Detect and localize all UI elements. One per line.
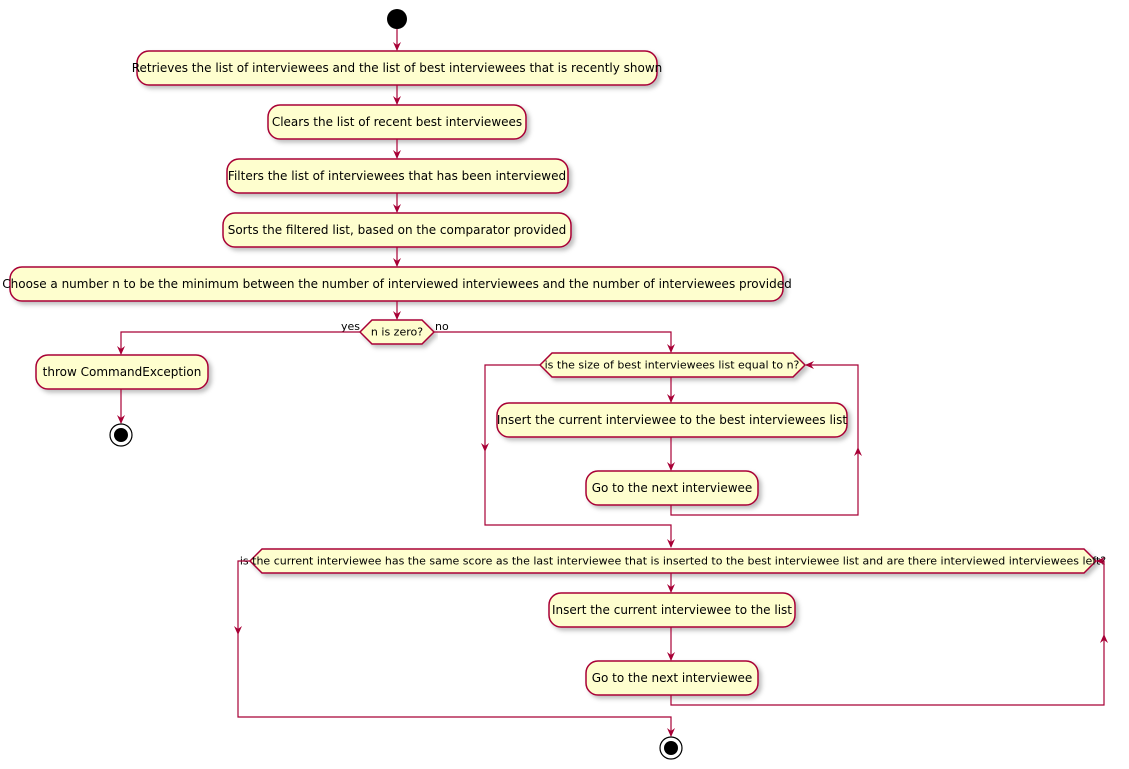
- svg-text:Retrieves the list of intervie: Retrieves the list of interviewees and t…: [132, 61, 663, 75]
- svg-text:Insert the current interviewee: Insert the current interviewee to the be…: [497, 413, 848, 427]
- action-next-2: Go to the next interviewee: [585, 660, 759, 696]
- loop2-condition: is the current interviewee has the same …: [240, 548, 1106, 574]
- action-retrieve: Retrieves the list of interviewees and t…: [132, 50, 663, 86]
- svg-text:Sorts the filtered list, based: Sorts the filtered list, based on the co…: [228, 223, 567, 237]
- svg-text:is the current interviewee has: is the current interviewee has the same …: [240, 555, 1106, 568]
- action-sort: Sorts the filtered list, based on the co…: [222, 212, 572, 248]
- svg-text:Go to the next interviewee: Go to the next interviewee: [592, 481, 753, 495]
- svg-text:Go to the next interviewee: Go to the next interviewee: [592, 671, 753, 685]
- start-node: [387, 9, 407, 29]
- no-label: no: [435, 320, 449, 333]
- svg-text:Choose a number n to be the mi: Choose a number n to be the minimum betw…: [2, 277, 791, 291]
- action-next-1: Go to the next interviewee: [585, 470, 759, 506]
- svg-text:n is zero?: n is zero?: [371, 326, 423, 339]
- svg-text:Insert the current interviewee: Insert the current interviewee to the li…: [552, 603, 792, 617]
- svg-text:throw CommandException: throw CommandException: [43, 365, 202, 379]
- action-choose-n: Choose a number n to be the minimum betw…: [2, 266, 792, 302]
- stop-node: [109, 423, 133, 447]
- action-insert-list: Insert the current interviewee to the li…: [548, 592, 796, 628]
- yes-label: yes: [341, 320, 360, 333]
- activity-diagram: Retrieves the list of interviewees and t…: [2, 9, 1108, 760]
- action-insert-best: Insert the current interviewee to the be…: [496, 402, 848, 438]
- loop1-condition: is the size of best interviewees list eq…: [538, 352, 807, 378]
- svg-text:Filters the list of interviewe: Filters the list of interviewees that ha…: [228, 169, 566, 183]
- action-clear: Clears the list of recent best interview…: [267, 104, 527, 140]
- svg-text:Clears the list of recent best: Clears the list of recent best interview…: [272, 115, 522, 129]
- decision-n-is-zero: n is zero?: [358, 319, 436, 345]
- action-filter: Filters the list of interviewees that ha…: [226, 158, 569, 194]
- end-node: [659, 736, 683, 760]
- action-throw: throw CommandException: [35, 354, 209, 390]
- svg-text:is the size of best interviewe: is the size of best interviewees list eq…: [545, 359, 800, 372]
